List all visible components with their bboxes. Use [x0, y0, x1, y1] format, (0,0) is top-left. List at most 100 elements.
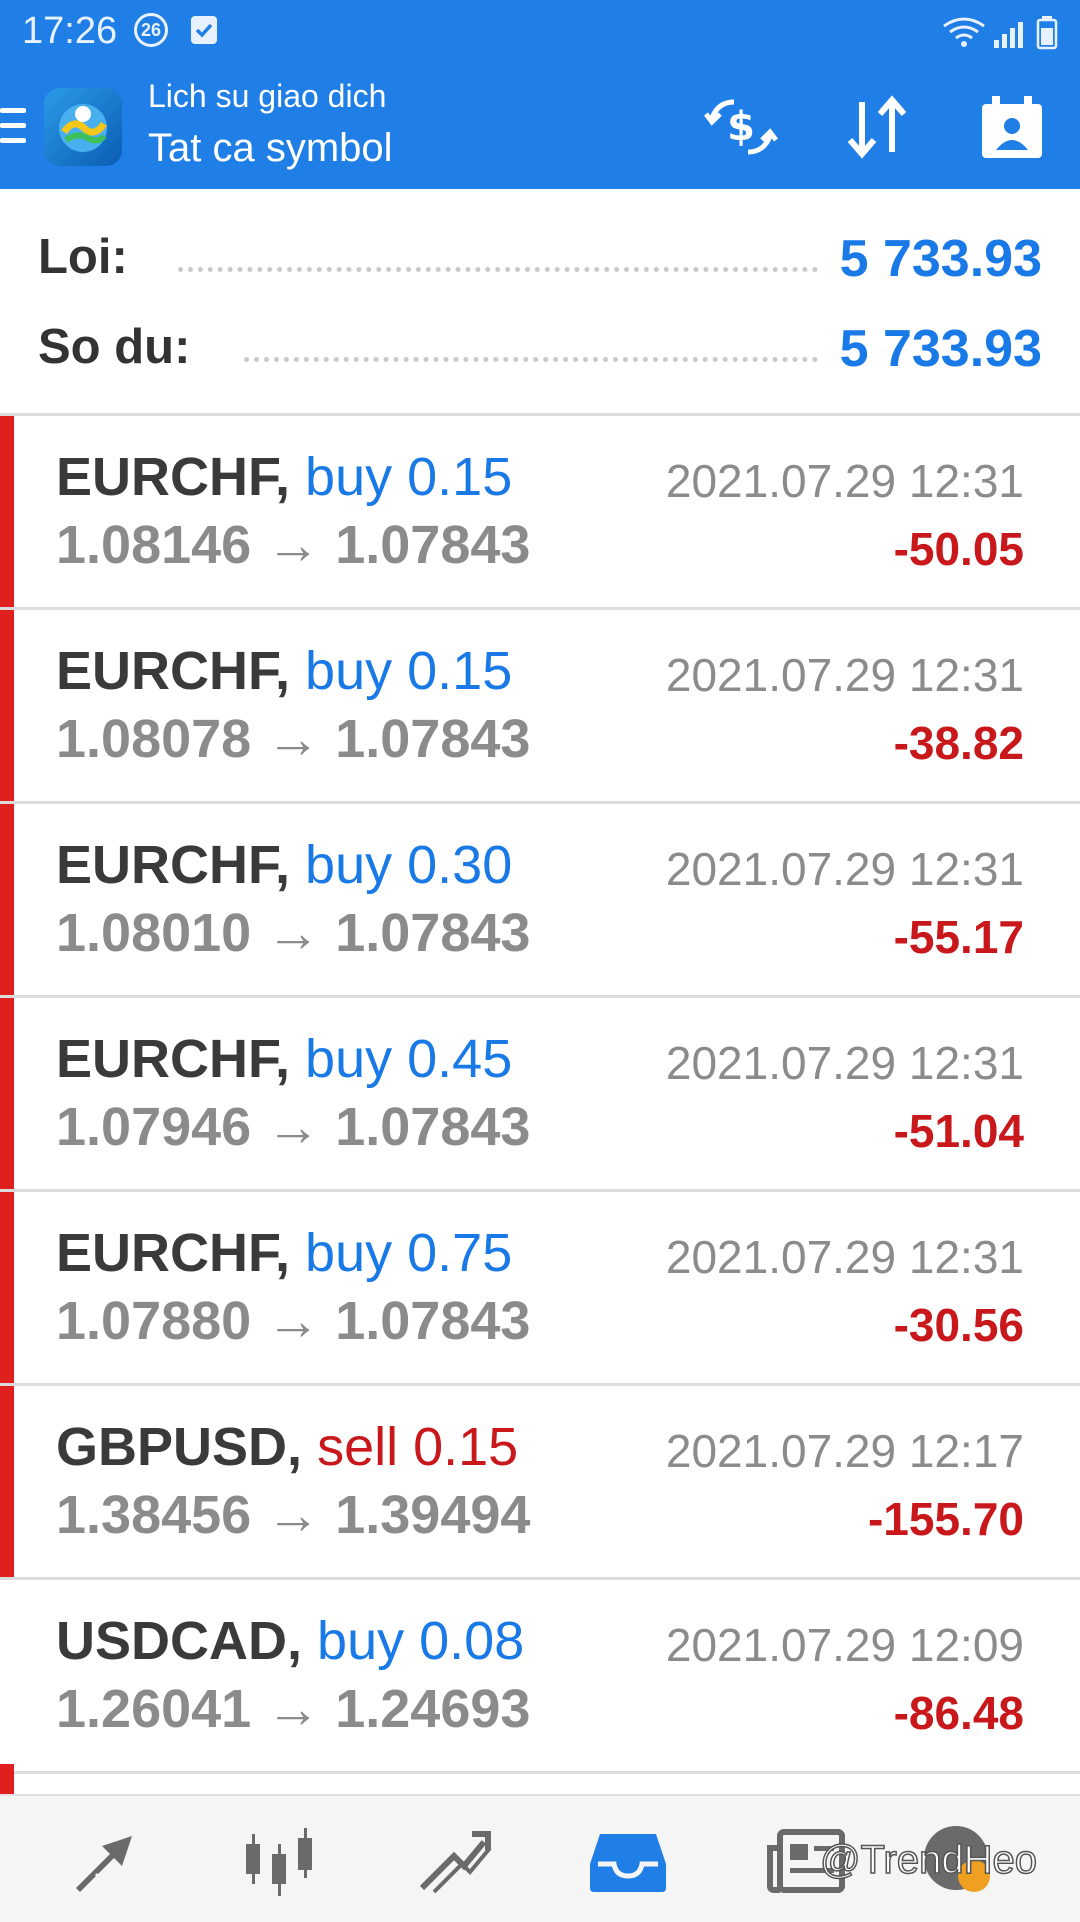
- close-price: 1.39494: [335, 1485, 531, 1545]
- next-row-indicator: [0, 1764, 14, 1794]
- deal-profit: -38.82: [893, 717, 1024, 769]
- open-price: 1.26041: [56, 1679, 252, 1739]
- deal-time: 2021.07.29 12:09: [665, 1619, 1024, 1671]
- wifi-icon: [943, 16, 1058, 50]
- balance-row: So du: 5 733.93: [38, 319, 1042, 389]
- history-inbox-icon[interactable]: [586, 1818, 670, 1902]
- deal-prices: 1.08078 → 1.07843: [56, 708, 530, 770]
- deal-row[interactable]: EURCHF, buy 0.15 1.08078 → 1.07843 2021.07…: [0, 610, 1080, 804]
- deal-symbol: GBPUSD,: [56, 1417, 303, 1477]
- deal-symbol: EURCHF,: [56, 835, 291, 895]
- deal-prices: 1.38456 → 1.39494: [56, 1484, 530, 1546]
- deal-volume: 0.15: [413, 1417, 519, 1477]
- dotted-leader: [244, 357, 818, 366]
- deal-row[interactable]: EURCHF, buy 0.45 1.07946 → 1.07843 2021.07…: [0, 998, 1080, 1192]
- quotes-icon[interactable]: [66, 1818, 150, 1902]
- balance-value: 5 733.93: [839, 320, 1042, 378]
- deal-row[interactable]: USDCAD, buy 0.08 1.26041 → 1.24693 2021.07…: [0, 1580, 1080, 1774]
- arrow-icon: →: [266, 709, 321, 769]
- loss-indicator-bar: [0, 1192, 14, 1383]
- page-title: Lich su giao dich: [148, 78, 387, 114]
- arrow-icon: →: [266, 1291, 321, 1351]
- deals-list: EURCHF, buy 0.15 1.08146 → 1.07843 2021.07…: [0, 416, 1080, 1774]
- loss-indicator-bar: [0, 804, 14, 995]
- profit-row: Loi: 5 733.93: [38, 229, 1042, 299]
- open-price: 1.07880: [56, 1291, 252, 1351]
- deal-volume: 0.45: [407, 1029, 513, 1089]
- deal-time: 2021.07.29 12:31: [665, 1231, 1024, 1283]
- deal-type: buy: [305, 641, 393, 701]
- deal-symbol: EURCHF,: [56, 1223, 291, 1283]
- deal-volume: 0.15: [407, 641, 513, 701]
- arrow-icon: →: [266, 1485, 321, 1545]
- deal-profit: -30.56: [893, 1299, 1024, 1351]
- deal-prices: 1.26041 → 1.24693: [56, 1678, 530, 1740]
- deal-symbol-line: EURCHF, buy 0.15: [56, 640, 512, 702]
- deal-symbol: EURCHF,: [56, 1029, 291, 1089]
- deal-time: 2021.07.29 12:31: [665, 843, 1024, 895]
- open-price: 1.38456: [56, 1485, 252, 1545]
- close-price: 1.07843: [335, 1291, 531, 1351]
- deal-time: 2021.07.29 12:31: [665, 1037, 1024, 1089]
- deal-symbol-line: EURCHF, buy 0.75: [56, 1222, 512, 1284]
- svg-text:$: $: [727, 104, 755, 150]
- deal-symbol-line: EURCHF, buy 0.30: [56, 834, 512, 896]
- calendar-period-icon[interactable]: [974, 92, 1052, 162]
- deal-symbol: EURCHF,: [56, 641, 291, 701]
- deal-volume: 0.15: [407, 447, 513, 507]
- dotted-leader: [178, 267, 818, 276]
- currency-exchange-icon[interactable]: $: [702, 92, 780, 162]
- deal-symbol: USDCAD,: [56, 1611, 303, 1671]
- deal-row[interactable]: GBPUSD, sell 0.15 1.38456 → 1.39494 2021.0…: [0, 1386, 1080, 1580]
- deal-row[interactable]: EURCHF, buy 0.30 1.08010 → 1.07843 2021.07…: [0, 804, 1080, 998]
- deal-symbol-line: EURCHF, buy 0.15: [56, 446, 512, 508]
- deal-time: 2021.07.29 12:17: [665, 1425, 1024, 1477]
- notification-badge-icon: 26: [134, 13, 168, 47]
- deal-volume: 0.75: [407, 1223, 513, 1283]
- deal-row[interactable]: EURCHF, buy 0.75 1.07880 → 1.07843 2021.07…: [0, 1192, 1080, 1386]
- status-bar: 17:26 26: [0, 0, 1080, 64]
- checkbox-notification-icon: [191, 16, 217, 44]
- loss-indicator-bar: [0, 1386, 14, 1577]
- close-price: 1.07843: [335, 903, 531, 963]
- loss-indicator-bar: [0, 416, 14, 607]
- deal-type: buy: [305, 835, 393, 895]
- deal-time: 2021.07.29 12:31: [665, 455, 1024, 507]
- deal-volume: 0.30: [407, 835, 513, 895]
- metatrader-logo-icon: [44, 88, 122, 166]
- arrow-icon: →: [266, 903, 321, 963]
- open-price: 1.08078: [56, 709, 252, 769]
- symbol-filter[interactable]: Tat ca symbol: [148, 126, 393, 171]
- arrow-icon: →: [266, 1679, 321, 1739]
- close-price: 1.07843: [335, 515, 531, 575]
- deal-prices: 1.08146 → 1.07843: [56, 514, 530, 576]
- trade-icon[interactable]: [414, 1818, 498, 1902]
- balance-label: So du:: [38, 320, 191, 374]
- deal-symbol-line: USDCAD, buy 0.08: [56, 1610, 524, 1672]
- deal-time: 2021.07.29 12:31: [665, 649, 1024, 701]
- deal-profit: -55.17: [893, 911, 1024, 963]
- watermark-text: @TrendHeo: [819, 1837, 1038, 1883]
- close-price: 1.07843: [335, 1097, 531, 1157]
- deal-profit: -50.05: [893, 523, 1024, 575]
- deal-prices: 1.07880 → 1.07843: [56, 1290, 530, 1352]
- deal-row[interactable]: EURCHF, buy 0.15 1.08146 → 1.07843 2021.07…: [0, 416, 1080, 610]
- arrow-icon: →: [266, 1097, 321, 1157]
- deal-type: buy: [305, 1223, 393, 1283]
- chart-candles-icon[interactable]: [240, 1818, 324, 1902]
- deal-type: buy: [305, 1029, 393, 1089]
- deal-symbol: EURCHF,: [56, 447, 291, 507]
- sort-icon[interactable]: [838, 92, 916, 162]
- deal-symbol-line: GBPUSD, sell 0.15: [56, 1416, 518, 1478]
- open-price: 1.07946: [56, 1097, 252, 1157]
- profit-value: 5 733.93: [839, 230, 1042, 288]
- close-price: 1.24693: [335, 1679, 531, 1739]
- open-price: 1.08146: [56, 515, 252, 575]
- hamburger-menu-icon[interactable]: [0, 108, 26, 146]
- deal-prices: 1.07946 → 1.07843: [56, 1096, 530, 1158]
- deal-symbol-line: EURCHF, buy 0.45: [56, 1028, 512, 1090]
- open-price: 1.08010: [56, 903, 252, 963]
- deal-profit: -51.04: [893, 1105, 1024, 1157]
- loss-indicator-bar: [0, 610, 14, 801]
- deal-type: sell: [317, 1417, 399, 1477]
